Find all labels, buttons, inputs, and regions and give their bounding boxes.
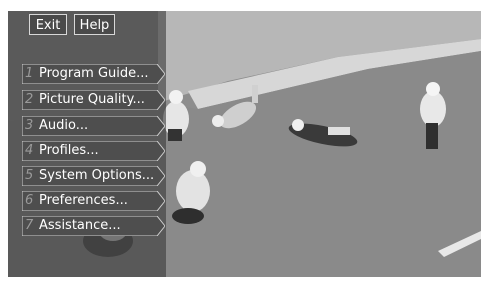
menu-item-number: 6 bbox=[25, 193, 34, 208]
menu-item-program-guide[interactable]: 1 Program Guide... bbox=[22, 64, 165, 84]
menu-item-assistance[interactable]: 7 Assistance... bbox=[22, 216, 165, 236]
menu-item-number: 1 bbox=[25, 66, 34, 81]
tv-screen: Exit Help 1 Program Guide... 2 Picture Q… bbox=[0, 0, 486, 281]
exit-button[interactable]: Exit bbox=[29, 14, 67, 35]
menu-item-audio[interactable]: 3 Audio... bbox=[22, 116, 165, 136]
help-button[interactable]: Help bbox=[74, 14, 115, 35]
menu-item-label: Audio... bbox=[39, 118, 89, 133]
menu-item-label: Assistance... bbox=[39, 218, 121, 233]
menu-item-picture-quality[interactable]: 2 Picture Quality... bbox=[22, 90, 165, 110]
menu-item-profiles[interactable]: 4 Profiles... bbox=[22, 141, 165, 161]
menu-item-number: 7 bbox=[25, 218, 34, 233]
menu-item-preferences[interactable]: 6 Preferences... bbox=[22, 191, 165, 211]
menu-item-label: Preferences... bbox=[39, 193, 128, 208]
menu-item-number: 5 bbox=[25, 168, 34, 183]
menu-item-label: Program Guide... bbox=[39, 66, 149, 81]
menu-item-label: Picture Quality... bbox=[39, 92, 145, 107]
menu-item-label: Profiles... bbox=[39, 143, 99, 158]
menu-item-number: 4 bbox=[25, 143, 34, 158]
menu-item-number: 2 bbox=[25, 92, 34, 107]
menu-item-system-options[interactable]: 5 System Options... bbox=[22, 166, 165, 186]
menu-item-number: 3 bbox=[25, 118, 34, 133]
menu-item-label: System Options... bbox=[39, 168, 155, 183]
